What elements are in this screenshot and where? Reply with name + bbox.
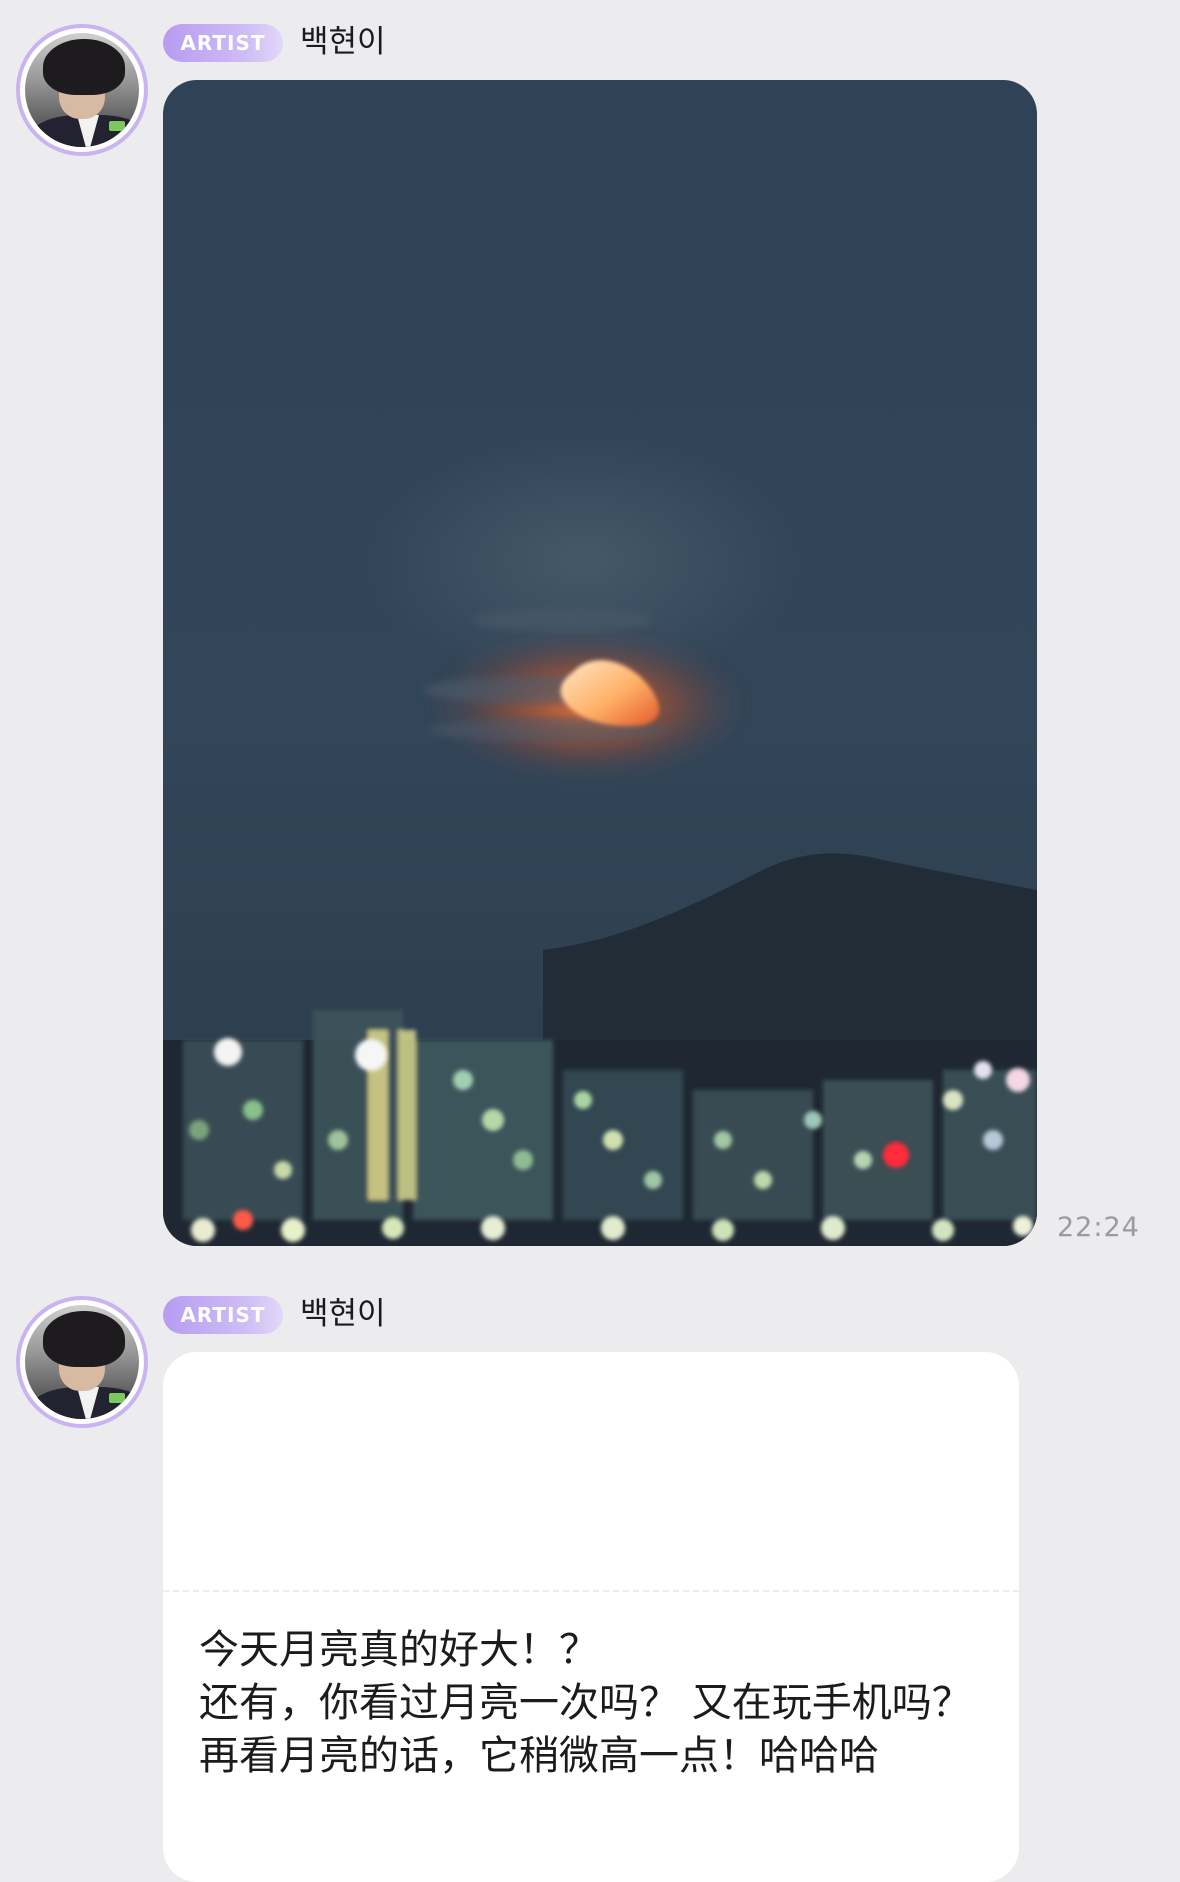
photo-message[interactable]: [163, 80, 1037, 1246]
message-time: 22:24: [1057, 1212, 1140, 1243]
bubble-divider: [163, 1590, 1019, 1592]
moon-photo: [163, 80, 1037, 1246]
avatar[interactable]: [16, 24, 148, 156]
artist-badge: ARTIST: [163, 1296, 283, 1334]
sender-name: 백현이: [300, 24, 386, 60]
avatar-photo: [25, 1305, 139, 1419]
text-message[interactable]: 今天月亮真的好大！？ 还有，你看过月亮一次吗？ 又在玩手机吗？ 再看月亮的话，它…: [163, 1352, 1019, 1882]
sender-name: 백현이: [300, 1296, 386, 1332]
message-text: 今天月亮真的好大！？ 还有，你看过月亮一次吗？ 又在玩手机吗？ 再看月亮的话，它…: [199, 1627, 972, 1779]
avatar-photo: [25, 33, 139, 147]
avatar[interactable]: [16, 1296, 148, 1428]
artist-badge: ARTIST: [163, 24, 283, 62]
